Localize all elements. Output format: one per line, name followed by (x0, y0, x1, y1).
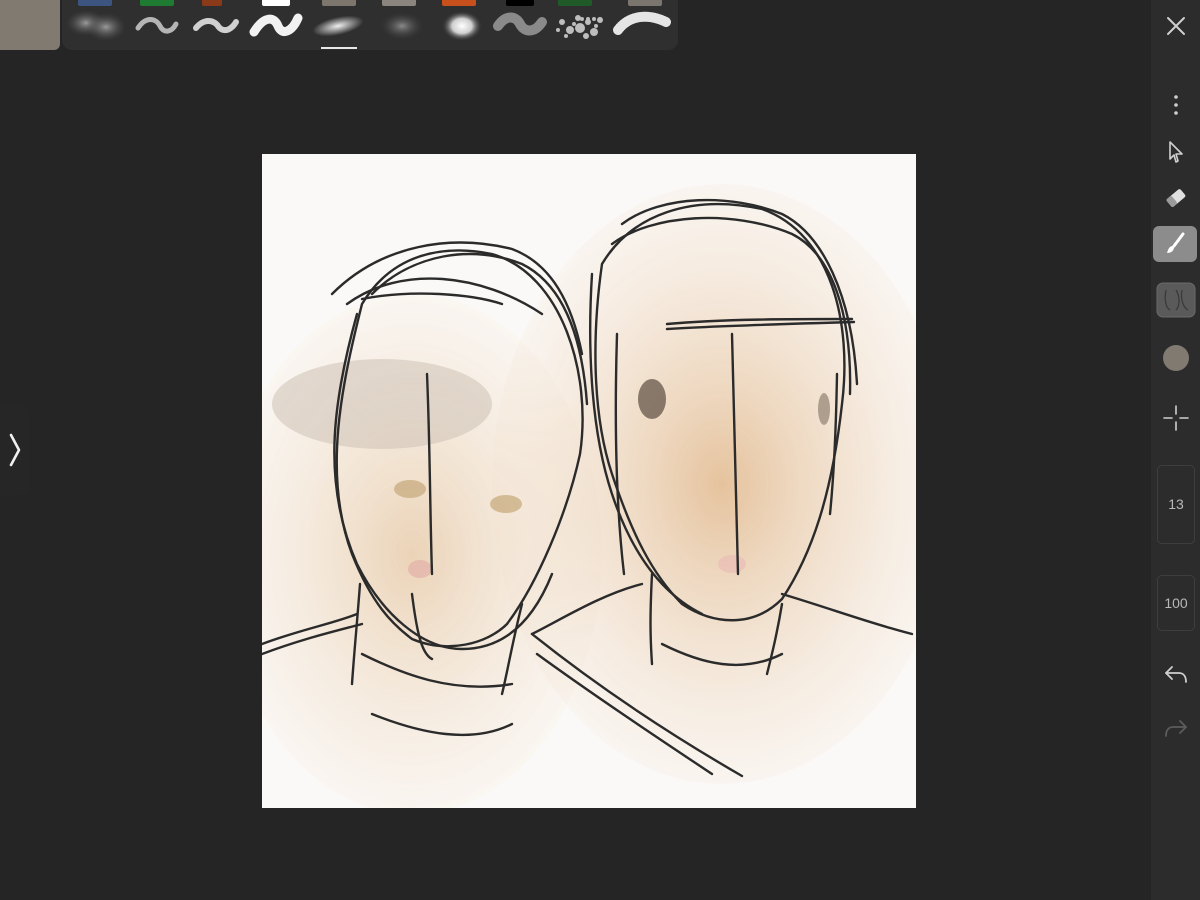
close-icon (1166, 17, 1185, 35)
brush-icon (1167, 232, 1185, 253)
brush-palette-bar (62, 0, 678, 50)
color-swatch-white[interactable] (262, 0, 290, 6)
color-swatch-rust[interactable] (202, 0, 222, 6)
chevron-right-icon (9, 433, 21, 467)
textured-wave-icon (193, 18, 239, 34)
splatter-icon (556, 15, 603, 39)
color-swatch-green[interactable] (140, 0, 174, 6)
opacity-value[interactable]: 100 (1157, 575, 1195, 631)
brush-tool-button[interactable] (1153, 226, 1197, 262)
undo-button[interactable] (1151, 654, 1200, 694)
color-swatch-black[interactable] (506, 0, 534, 6)
wave-stroke-icon (135, 17, 179, 34)
brush-smudge[interactable] (490, 8, 550, 42)
undo-icon (1164, 666, 1187, 683)
brush-blur[interactable] (370, 8, 430, 42)
cursor-icon (1168, 141, 1183, 163)
dry-brush-icon (613, 11, 671, 35)
color-picker-button[interactable] (1151, 338, 1200, 378)
glow-blob-icon (442, 11, 482, 41)
canvas-artwork (262, 184, 916, 808)
more-options-button[interactable] (1151, 85, 1200, 125)
close-button[interactable] (1151, 6, 1200, 46)
spray-stroke-icon (312, 15, 364, 37)
redo-button[interactable] (1151, 708, 1200, 748)
left-drawer-toggle[interactable] (0, 405, 30, 495)
bold-wave-icon (249, 13, 303, 37)
brush-marker[interactable] (246, 8, 306, 42)
color-swatch-warm-gray[interactable] (628, 0, 662, 6)
color-swatch-strip (62, 0, 678, 6)
smudge-wave-icon (493, 12, 547, 36)
brush-chalk[interactable] (186, 8, 246, 42)
color-swatch-orange[interactable] (442, 0, 476, 6)
brush-pencil[interactable] (126, 8, 186, 42)
color-swatch-taupe[interactable] (322, 0, 356, 6)
layer-thumbnail-icon (1156, 282, 1195, 318)
brush-spray[interactable] (308, 8, 368, 42)
color-swatch-blue[interactable] (78, 0, 112, 6)
crosshair-icon (1162, 405, 1189, 431)
eraser-icon (1166, 189, 1185, 207)
current-color-swatch[interactable] (0, 0, 60, 50)
brush-airbrush-soft[interactable] (64, 8, 124, 42)
soft-blob-icon (66, 10, 124, 41)
drawing-canvas[interactable] (262, 154, 916, 808)
transform-tool-button[interactable] (1151, 398, 1200, 438)
selected-brush-indicator (321, 47, 357, 49)
brush-glow[interactable] (430, 8, 490, 42)
redo-icon (1164, 720, 1187, 737)
layers-button[interactable] (1151, 282, 1200, 322)
blur-blob-icon (380, 12, 424, 40)
color-circle-icon (1162, 345, 1189, 371)
select-tool-button[interactable] (1151, 132, 1200, 172)
brush-dry[interactable] (612, 8, 672, 42)
right-toolbar: 13 100 (1151, 0, 1200, 900)
brush-size-value[interactable]: 13 (1157, 465, 1195, 544)
eraser-tool-button[interactable] (1151, 178, 1200, 218)
reference-photo-layer (262, 184, 916, 808)
color-swatch-dark-green[interactable] (558, 0, 592, 6)
brush-splatter[interactable] (550, 8, 610, 42)
more-vertical-icon (1173, 95, 1178, 115)
color-swatch-gray[interactable] (382, 0, 416, 6)
